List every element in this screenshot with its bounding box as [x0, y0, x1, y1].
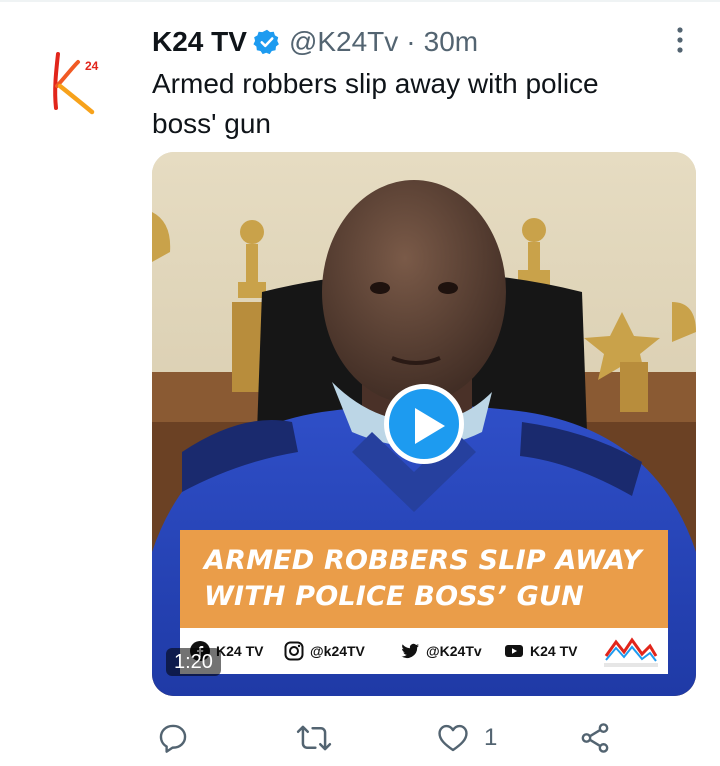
- play-icon: [415, 408, 445, 444]
- social-strip: K24 TV @k24TV @K24Tv K24 TV: [180, 628, 668, 674]
- k24-logo-icon: 24: [53, 52, 99, 115]
- social-youtube: K24 TV: [504, 628, 577, 674]
- retweet-icon: [296, 725, 332, 751]
- mediamax-logo: [602, 632, 660, 670]
- instagram-icon: [284, 641, 304, 661]
- like-button[interactable]: 1: [436, 716, 497, 760]
- share-icon: [581, 723, 609, 753]
- separator-dot: ·: [406, 26, 416, 57]
- retweet-button[interactable]: [296, 716, 332, 760]
- share-button[interactable]: [578, 716, 612, 760]
- social-twitter: @K24Tv: [400, 628, 482, 674]
- headline-line: WITH POLICE BOSS’ GUN: [204, 581, 584, 612]
- social-label: @k24TV: [310, 643, 365, 659]
- headline-line: ARMED ROBBERS SLIP AWAY: [204, 545, 642, 576]
- action-bar: 1: [152, 716, 622, 760]
- tweet-header: K24 TV @K24Tv · 30m: [152, 24, 478, 60]
- tweet-text-line: Armed robbers slip away with police: [152, 68, 599, 99]
- video-duration: 1:20: [166, 648, 221, 676]
- heart-icon: [438, 724, 468, 752]
- social-label: K24 TV: [530, 643, 578, 659]
- avatar[interactable]: 24: [40, 42, 116, 118]
- twitter-icon: [401, 643, 419, 659]
- more-options-icon[interactable]: [668, 24, 692, 56]
- timestamp[interactable]: 30m: [424, 26, 478, 58]
- reply-icon: [159, 724, 187, 753]
- tweet-text: Armed robbers slip away with police boss…: [152, 64, 692, 144]
- headline-banner: ARMED ROBBERS SLIP AWAY WITH POLICE BOSS…: [180, 530, 668, 628]
- play-button[interactable]: [384, 384, 464, 464]
- video-thumbnail[interactable]: ARMED ROBBERS SLIP AWAY WITH POLICE BOSS…: [152, 152, 696, 696]
- tweet-text-line: boss' gun: [152, 108, 271, 139]
- svg-text:24: 24: [85, 59, 99, 73]
- social-instagram: @k24TV: [284, 628, 365, 674]
- display-name[interactable]: K24 TV: [152, 26, 247, 58]
- reply-button[interactable]: [156, 716, 190, 760]
- top-divider: [0, 0, 720, 2]
- like-count: 1: [484, 724, 498, 751]
- youtube-icon: [505, 645, 523, 657]
- social-label: @K24Tv: [426, 643, 482, 659]
- verified-badge-icon: [253, 29, 279, 55]
- social-label: K24 TV: [216, 643, 264, 659]
- handle[interactable]: @K24Tv: [289, 26, 398, 58]
